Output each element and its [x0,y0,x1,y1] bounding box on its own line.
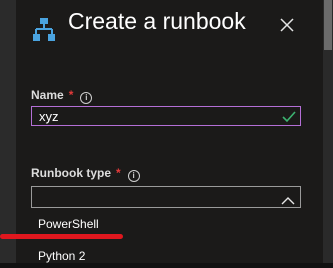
close-icon [278,18,296,38]
chevron-up-icon [281,192,295,210]
name-label: Name * i [31,88,93,104]
required-indicator: * [116,166,121,180]
close-button[interactable] [278,16,296,34]
info-icon[interactable]: i [127,170,140,182]
dropdown-option-python-2[interactable]: Python 2 [31,244,301,268]
left-strip [0,0,16,263]
name-input[interactable]: xyz [31,106,301,126]
info-icon[interactable]: i [80,92,93,104]
scrollbar[interactable] [323,0,333,263]
page-title: Create a runbook [68,8,246,34]
annotation-underline [0,234,123,239]
name-label-text: Name [31,88,64,102]
name-input-value: xyz [39,109,59,124]
create-runbook-panel: Create a runbook Name * i xyz Runbook type… [16,0,323,263]
checkmark-icon [282,110,296,128]
dropdown-option-powershell[interactable]: PowerShell [31,212,301,236]
runbook-hierarchy-icon [33,18,55,47]
runbook-type-label-text: Runbook type [31,166,111,180]
required-indicator: * [68,88,74,102]
runbook-type-label: Runbook type * i [31,166,140,182]
scroll-thumb[interactable] [324,0,332,50]
runbook-type-dropdown[interactable] [31,186,301,208]
